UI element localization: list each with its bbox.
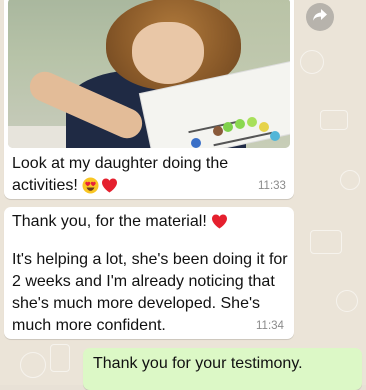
photo-bead bbox=[270, 131, 280, 141]
photo-bead bbox=[235, 119, 245, 129]
photo-bead bbox=[213, 126, 223, 136]
message-text-content: Look at my daughter doing the activities… bbox=[12, 155, 229, 194]
message-timestamp: 11:33 bbox=[258, 180, 286, 192]
message-timestamp: 11:34 bbox=[256, 320, 284, 332]
incoming-text-message[interactable]: Thank you, for the material! It's helpin… bbox=[4, 207, 294, 339]
message-first-line-text: Thank you, for the material! bbox=[12, 213, 207, 230]
message-photo[interactable] bbox=[8, 0, 290, 148]
wallpaper-doodle bbox=[320, 110, 348, 130]
red-heart-emoji-icon bbox=[101, 177, 118, 194]
message-text: Look at my daughter doing the activities… bbox=[12, 153, 282, 197]
wallpaper-doodle bbox=[300, 50, 324, 74]
emoji-group bbox=[211, 213, 228, 230]
photo-bead bbox=[223, 122, 233, 132]
wallpaper-doodle bbox=[336, 290, 358, 312]
outgoing-text-message[interactable]: Thank you for your testimony. bbox=[83, 348, 362, 390]
wallpaper-doodle bbox=[310, 230, 342, 254]
photo-bead bbox=[191, 138, 201, 148]
wallpaper-doodle bbox=[340, 170, 360, 190]
heart-eyes-emoji-icon bbox=[82, 177, 99, 194]
message-first-line: Thank you, for the material! bbox=[12, 211, 292, 233]
red-heart-emoji-icon bbox=[211, 213, 228, 230]
emoji-group bbox=[82, 177, 118, 194]
wallpaper-doodle bbox=[50, 344, 70, 372]
forward-arrow-icon bbox=[312, 8, 328, 27]
forward-button[interactable] bbox=[306, 3, 334, 31]
incoming-photo-message[interactable]: Look at my daughter doing the activities… bbox=[4, 0, 294, 199]
wallpaper-doodle bbox=[20, 352, 46, 378]
photo-bead bbox=[247, 117, 257, 127]
message-body-text: It's helping a lot, she's been doing it … bbox=[12, 251, 288, 334]
photo-face bbox=[132, 22, 204, 84]
message-text: Thank you for your testimony. bbox=[93, 355, 303, 372]
photo-bead bbox=[259, 122, 269, 132]
